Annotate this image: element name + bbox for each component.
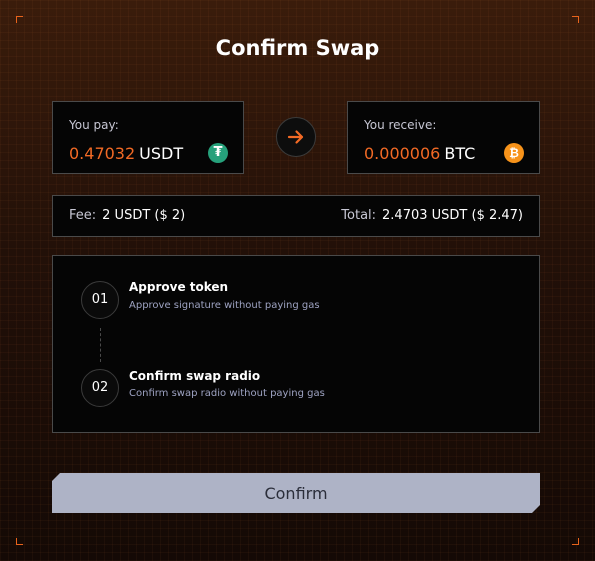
step-connector-line xyxy=(100,328,101,362)
receive-unit: BTC xyxy=(444,144,476,163)
corner-bracket-bottom-right xyxy=(572,538,579,545)
fee-row: Fee: 2 USDT ($ 2) xyxy=(69,208,185,223)
pay-unit: USDT xyxy=(139,144,184,163)
pay-card: You pay: 0.47032 USDT ₮ xyxy=(52,101,244,174)
bitcoin-icon: ₿ xyxy=(504,143,524,163)
fee-summary: Fee: 2 USDT ($ 2) Total: 2.4703 USDT ($ 2.… xyxy=(52,195,540,237)
fee-value: 2 USDT ($ 2) xyxy=(102,208,186,223)
fee-label: Fee: xyxy=(69,208,97,223)
step-description-2: Confirm swap radio without paying gas xyxy=(129,388,325,399)
receive-amount-row: 0.000006 BTC xyxy=(364,144,475,163)
step-description-1: Approve signature without paying gas xyxy=(129,300,320,311)
step-number-2: 02 xyxy=(81,369,119,407)
corner-bracket-bottom-left xyxy=(16,538,23,545)
pay-amount-row: 0.47032 USDT xyxy=(69,144,183,163)
step-title-2: Confirm swap radio xyxy=(129,369,261,383)
steps-panel: 01 Approve token Approve signature witho… xyxy=(52,255,540,433)
confirm-swap-modal: Confirm Swap You pay: 0.47032 USDT ₮ You … xyxy=(0,0,595,561)
receive-label: You receive: xyxy=(364,118,437,132)
arrow-right-icon xyxy=(287,130,304,144)
receive-card: You receive: 0.000006 BTC ₿ xyxy=(347,101,540,174)
receive-amount: 0.000006 xyxy=(364,144,441,163)
modal-title: Confirm Swap xyxy=(215,36,380,60)
corner-bracket-top-right xyxy=(572,16,579,23)
tether-icon: ₮ xyxy=(208,143,228,163)
pay-label: You pay: xyxy=(69,118,119,132)
pay-amount: 0.47032 xyxy=(69,144,136,163)
corner-bracket-top-left xyxy=(16,16,23,23)
step-number-1: 01 xyxy=(81,281,119,319)
total-row: Total: 2.4703 USDT ($ 2.47) xyxy=(341,208,523,223)
step-title-1: Approve token xyxy=(129,280,229,294)
swap-arrow-button[interactable] xyxy=(276,117,316,157)
total-label: Total: xyxy=(341,208,377,223)
confirm-button[interactable]: Confirm xyxy=(52,473,540,513)
total-value: 2.4703 USDT ($ 2.47) xyxy=(382,208,523,223)
